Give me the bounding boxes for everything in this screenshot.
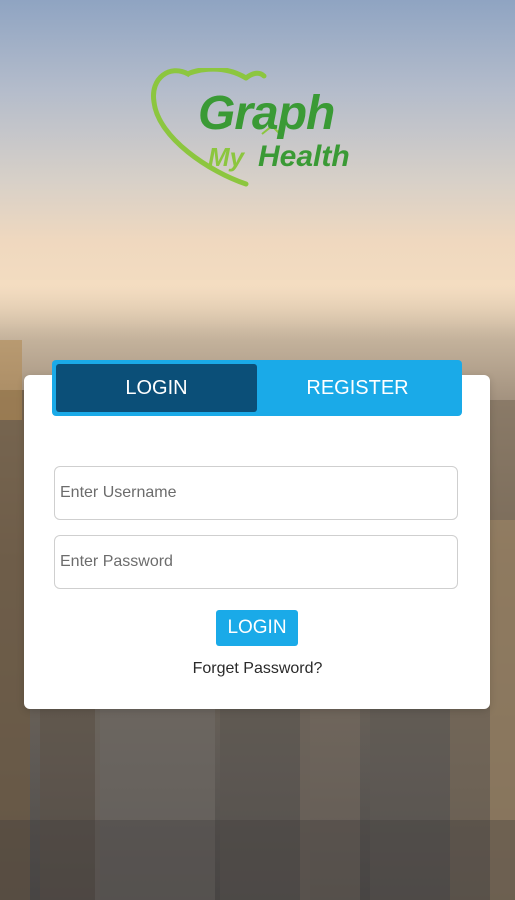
app-logo: Graph My Health — [150, 66, 370, 190]
auth-tabs: LOGIN REGISTER — [52, 360, 462, 416]
password-field[interactable] — [54, 535, 458, 589]
horizon-haze — [0, 280, 515, 340]
forgot-password-link[interactable]: Forget Password? — [0, 660, 515, 678]
tab-login[interactable]: LOGIN — [56, 364, 257, 412]
tab-register[interactable]: REGISTER — [257, 364, 458, 412]
logo-word-health: Health — [258, 140, 350, 173]
logo-word-my: My — [208, 142, 245, 172]
logo-word-graph: Graph — [198, 87, 335, 140]
username-input[interactable] — [55, 467, 457, 519]
login-button[interactable]: LOGIN — [216, 610, 298, 646]
username-field[interactable] — [54, 466, 458, 520]
password-input[interactable] — [55, 536, 457, 588]
